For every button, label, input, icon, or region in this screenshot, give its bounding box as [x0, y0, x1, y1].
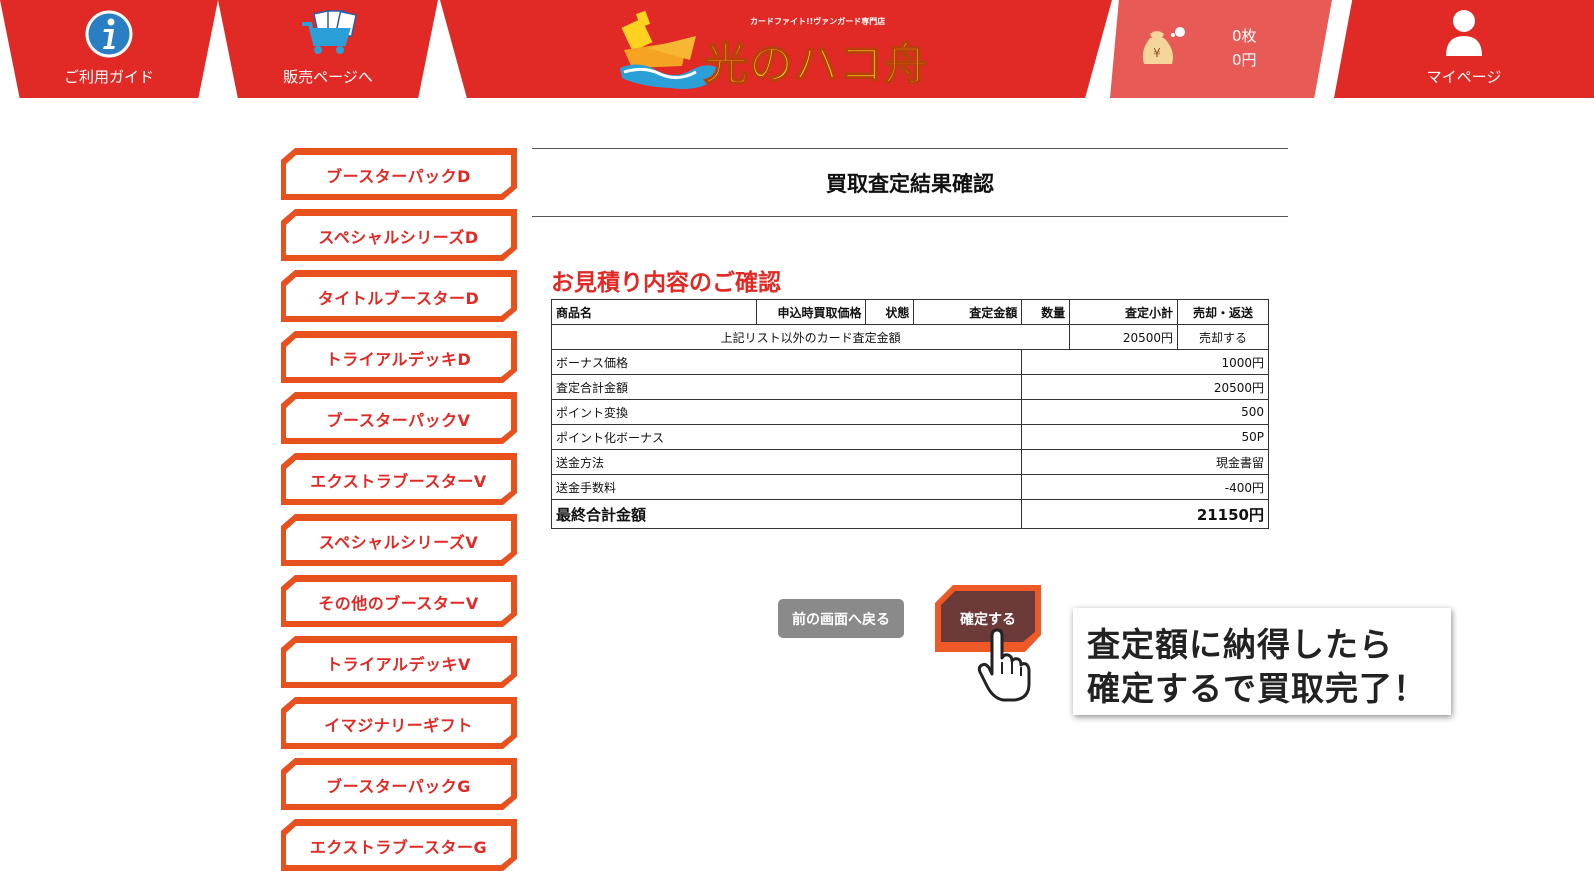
hand-pointer-icon [975, 628, 1035, 706]
sidebar-item-trial-deck-v[interactable]: トライアルデッキV [281, 636, 517, 688]
col-header-apply-price: 申込時買取価格 [755, 299, 867, 325]
logo-title: 光のハコ舟 [703, 38, 929, 91]
sidebar-item-booster-pack-g[interactable]: ブースターパックG [281, 758, 517, 810]
sidebar-item-label: その他のブースターV [318, 593, 479, 613]
nav-guide-label: ご利用ガイド [63, 68, 154, 86]
summary-label: ポイント化ボーナス [550, 424, 1023, 450]
item-subtotal: 20500円 [1069, 324, 1179, 350]
nav-mypage[interactable]: マイページ [1334, 0, 1594, 98]
summary-row-point-conversion: ポイント変換 500 [550, 399, 1269, 425]
col-header-subtotal: 査定小計 [1069, 299, 1179, 325]
info-icon [84, 10, 134, 62]
summary-row-remit-fee: 送金手数料 -400円 [550, 474, 1269, 500]
item-sell-return: 売却する [1177, 324, 1269, 350]
cart-cards-icon [298, 9, 358, 60]
table-row: 上記リスト以外のカード査定金額 20500円 売却する [550, 324, 1269, 350]
final-total-value: 21150円 [1021, 499, 1269, 529]
instruction-callout: 査定額に納得したら 確定するで買取完了！ [1073, 608, 1451, 715]
sidebar-item-label: エクストラブースターV [310, 471, 487, 491]
sidebar-item-label: イマジナリーギフト [324, 715, 473, 735]
summary-value: 1000円 [1021, 349, 1269, 375]
sidebar-item-other-booster-v[interactable]: その他のブースターV [281, 575, 517, 627]
sidebar-item-booster-pack-d[interactable]: ブースターパックD [281, 148, 517, 200]
col-header-sell-return: 売却・返送 [1177, 299, 1269, 325]
summary-value: -400円 [1021, 474, 1269, 500]
col-header-name: 商品名 [551, 299, 757, 325]
logo-subtitle: カードファイト!!ヴァンガード専門店 [750, 17, 886, 26]
cart-count: 0枚 [1232, 27, 1257, 45]
nav-guide[interactable]: ご利用ガイド [0, 0, 218, 98]
sidebar-item-trial-deck-d[interactable]: トライアルデッキD [281, 331, 517, 383]
summary-value: 50P [1021, 424, 1269, 450]
summary-value: 現金書留 [1021, 449, 1269, 475]
sidebar-item-label: スペシャルシリーズD [318, 227, 479, 247]
callout-line-2: 確定するで買取完了！ [1087, 669, 1427, 708]
logo: カードファイト!!ヴァンガード専門店 光のハコ舟 [618, 8, 929, 91]
money-bag-mark: ¥ [1153, 46, 1161, 60]
col-header-condition: 状態 [865, 299, 915, 325]
sidebar-item-booster-pack-v[interactable]: ブースターパックV [281, 392, 517, 444]
cart-total: 0円 [1232, 51, 1257, 69]
page-title-bar: 買取査定結果確認 [532, 148, 1288, 217]
summary-label: 送金手数料 [550, 474, 1023, 500]
sidebar-item-label: ブースターパックV [326, 410, 471, 430]
section-title: お見積り内容のご確認 [551, 270, 781, 296]
logo-banner[interactable]: カードファイト!!ヴァンガード専門店 光のハコ舟 [440, 0, 1112, 98]
callout-line-1: 査定額に納得したら [1087, 625, 1393, 664]
sidebar-item-imaginary-gift[interactable]: イマジナリーギフト [281, 697, 517, 749]
cart-summary[interactable]: ¥ 0枚 0円 [1110, 0, 1332, 98]
summary-value: 500 [1021, 399, 1269, 425]
summary-row-assessed-total: 査定合計金額 20500円 [550, 374, 1269, 400]
sidebar-item-extra-booster-g[interactable]: エクストラブースターG [281, 819, 517, 871]
col-header-assessed: 査定金額 [913, 299, 1023, 325]
sidebar-item-label: ブースターパックD [326, 166, 471, 186]
sidebar-item-label: トライアルデッキV [326, 654, 471, 674]
page-title: 買取査定結果確認 [826, 171, 994, 196]
summary-row-remit-method: 送金方法 現金書留 [550, 449, 1269, 475]
summary-row-bonus: ボーナス価格 1000円 [550, 349, 1269, 375]
sidebar-item-label: スペシャルシリーズV [318, 532, 479, 552]
sidebar-item-title-booster-d[interactable]: タイトルブースターD [281, 270, 517, 322]
summary-value: 20500円 [1021, 374, 1269, 400]
sidebar-item-label: タイトルブースターD [317, 288, 480, 308]
summary-label: ポイント変換 [550, 399, 1023, 425]
col-header-quantity: 数量 [1021, 299, 1071, 325]
summary-label: 送金方法 [550, 449, 1023, 475]
sidebar-item-label: ブースターパックG [326, 776, 471, 796]
money-bag-icon: ¥ [1140, 24, 1190, 74]
sidebar-item-special-series-d[interactable]: スペシャルシリーズD [281, 209, 517, 261]
summary-row-point-bonus: ポイント化ボーナス 50P [550, 424, 1269, 450]
sidebar-item-extra-booster-v[interactable]: エクストラブースターV [281, 453, 517, 505]
final-total-label: 最終合計金額 [550, 499, 1023, 529]
back-button[interactable]: 前の画面へ戻る [778, 599, 904, 638]
summary-label: ボーナス価格 [550, 349, 1023, 375]
sidebar-item-special-series-v[interactable]: スペシャルシリーズV [281, 514, 517, 566]
sidebar-item-label: トライアルデッキD [325, 349, 472, 369]
item-name: 上記リスト以外のカード査定金額 [550, 324, 1071, 350]
nav-sales[interactable]: 販売ページへ [218, 0, 438, 98]
summary-label: 査定合計金額 [550, 374, 1023, 400]
sidebar-item-label: エクストラブースターG [309, 837, 488, 857]
nav-sales-label: 販売ページへ [283, 68, 373, 86]
nav-mypage-label: マイページ [1426, 68, 1502, 86]
final-total-row: 最終合計金額 21150円 [550, 499, 1269, 529]
user-icon [1444, 8, 1484, 62]
table-header-row: 商品名 申込時買取価格 状態 査定金額 数量 査定小計 売却・返送 [551, 299, 1269, 325]
estimate-table: 商品名 申込時買取価格 状態 査定金額 数量 査定小計 売却・返送 上記リスト以… [550, 299, 1269, 529]
